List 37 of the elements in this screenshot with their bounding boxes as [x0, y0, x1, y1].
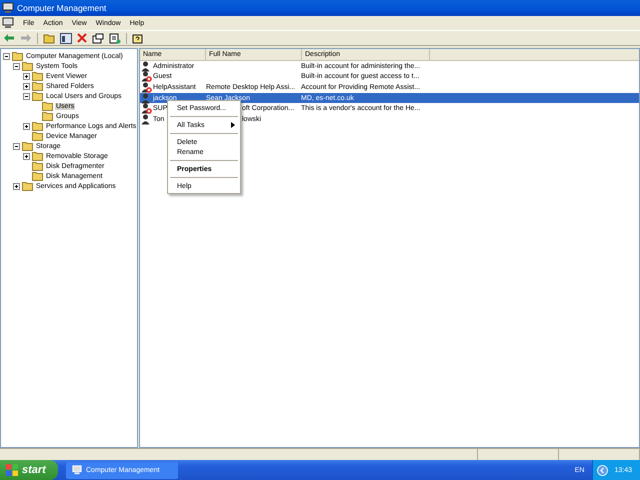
folder-icon: [32, 71, 43, 81]
folder-icon: [42, 111, 53, 121]
expander-icon[interactable]: [13, 142, 20, 150]
folder-icon: [32, 91, 43, 101]
expander-icon[interactable]: [3, 52, 10, 60]
delete-icon[interactable]: [77, 33, 87, 43]
chevron-left-icon[interactable]: [597, 464, 608, 476]
folder-icon: [32, 121, 43, 131]
computer-icon: [72, 465, 82, 475]
console-tree-icon[interactable]: [60, 32, 72, 44]
folder-up-icon[interactable]: [43, 32, 55, 44]
folder-icon: [12, 51, 23, 61]
folder-icon: [22, 181, 33, 191]
folder-icon: [22, 141, 33, 151]
help-icon[interactable]: [132, 32, 144, 44]
folder-icon: [32, 131, 43, 141]
computer-icon: [2, 17, 14, 29]
computer-icon: [2, 2, 14, 14]
expander-icon[interactable]: [13, 182, 20, 190]
properties-icon[interactable]: [92, 32, 104, 44]
expander-icon[interactable]: [23, 152, 30, 160]
folder-icon: [32, 171, 43, 181]
folder-icon: [32, 161, 43, 171]
submenu-arrow-icon: [231, 122, 235, 128]
folder-icon: [22, 61, 33, 71]
expander-icon[interactable]: [13, 62, 20, 70]
folder-icon: [32, 151, 43, 161]
export-list-icon[interactable]: [109, 32, 121, 44]
windows-flag-icon: [6, 464, 18, 476]
expander-icon[interactable]: [23, 122, 30, 130]
expander-icon[interactable]: [23, 82, 30, 90]
window-title: Computer Management: [17, 3, 106, 13]
back-arrow-icon[interactable]: [3, 33, 15, 43]
expander-icon[interactable]: [23, 92, 30, 100]
expander-icon[interactable]: [23, 72, 30, 80]
folder-icon: [32, 81, 43, 91]
folder-icon: [42, 101, 53, 111]
